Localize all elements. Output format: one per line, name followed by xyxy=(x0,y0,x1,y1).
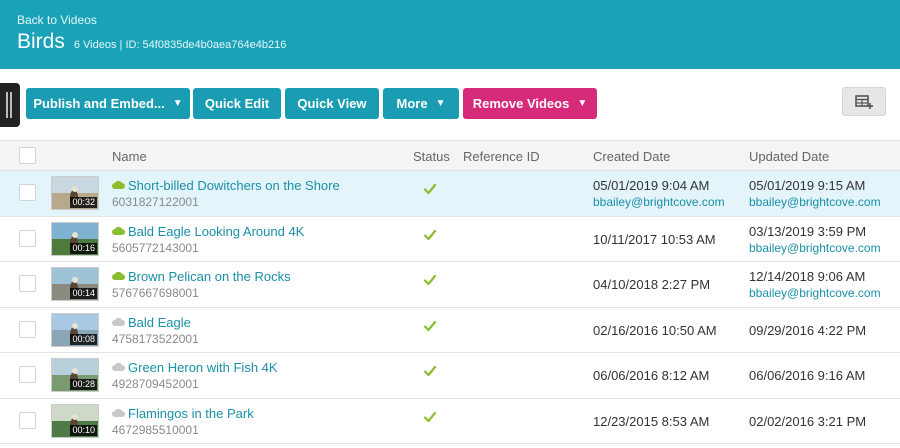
playlist-info: 6 Videos | ID: 54f0835de4b0aea764e4b216 xyxy=(73,39,287,51)
duration-badge: 00:28 xyxy=(70,379,97,390)
duration-badge: 00:16 xyxy=(70,242,97,254)
updated-date: 05/01/2019 9:15 AM xyxy=(749,178,866,193)
table-row[interactable]: 00:32 Short-billed Dowitchers on the Sho… xyxy=(0,171,900,217)
updated-by-link[interactable]: bbailey@brightcove.com xyxy=(749,241,881,255)
video-thumbnail[interactable]: 00:28 xyxy=(51,358,99,392)
video-name-link[interactable]: Short-billed Dowitchers on the Shore xyxy=(128,178,340,193)
video-thumbnail[interactable]: 00:14 xyxy=(51,267,99,301)
table-row[interactable]: 00:08 Bald Eagle 4758173522001 02/16/201… xyxy=(0,307,900,353)
video-thumbnail[interactable]: 00:10 xyxy=(51,403,99,438)
video-name-link[interactable]: Bald Eagle xyxy=(128,315,191,330)
cloud-icon xyxy=(112,180,125,189)
created-by-link[interactable]: bbailey@brightcove.com xyxy=(593,195,725,209)
created-date: 06/06/2016 8:12 AM xyxy=(593,368,710,383)
table-body: 00:32 Short-billed Dowitchers on the Sho… xyxy=(0,171,900,444)
more-button[interactable]: More ▼ xyxy=(383,88,459,119)
cloud-icon xyxy=(112,271,125,280)
cloud-icon xyxy=(112,317,125,326)
row-checkbox[interactable] xyxy=(19,275,36,292)
video-thumbnail[interactable]: 00:16 xyxy=(51,221,99,256)
quick-view-label: Quick View xyxy=(297,96,367,111)
back-to-videos-link[interactable]: Back to Videos xyxy=(17,13,97,27)
check-icon xyxy=(423,274,437,286)
duration-badge: 00:14 xyxy=(70,288,97,299)
column-updated-date[interactable]: Updated Date xyxy=(749,149,829,164)
check-icon xyxy=(423,183,437,195)
check-icon xyxy=(423,320,437,331)
table-columns-icon xyxy=(855,94,873,109)
remove-videos-button[interactable]: Remove Videos ▼ xyxy=(463,88,597,119)
page-title: Birds xyxy=(17,30,65,53)
column-created-date[interactable]: Created Date xyxy=(593,149,670,164)
quick-edit-button[interactable]: Quick Edit xyxy=(193,88,281,119)
video-id: 4928709452001 xyxy=(112,377,199,391)
updated-date: 02/02/2016 3:21 PM xyxy=(749,413,867,429)
more-label: More xyxy=(396,96,428,111)
created-date: 12/23/2015 8:53 AM xyxy=(593,413,710,429)
updated-date: 03/13/2019 3:59 PM xyxy=(749,223,867,239)
publish-embed-button[interactable]: Publish and Embed... ▼ xyxy=(26,88,190,119)
row-checkbox[interactable] xyxy=(19,184,36,201)
column-reference-id[interactable]: Reference ID xyxy=(463,149,540,164)
chevron-down-icon: ▼ xyxy=(172,98,183,109)
check-icon xyxy=(423,229,437,240)
duration-badge: 00:08 xyxy=(70,333,97,345)
cloud-icon xyxy=(112,362,125,371)
row-checkbox[interactable] xyxy=(19,320,36,338)
chevron-down-icon: ▼ xyxy=(435,98,446,109)
table-row[interactable]: 00:10 Flamingos in the Park 467298551000… xyxy=(0,398,900,444)
column-settings-button[interactable] xyxy=(842,87,886,116)
check-icon xyxy=(423,411,437,422)
table-row[interactable]: 00:28 Green Heron with Fish 4K 492870945… xyxy=(0,353,900,399)
page-header: Back to Videos Birds 6 Videos | ID: 54f0… xyxy=(0,0,900,69)
remove-videos-label: Remove Videos xyxy=(472,96,570,111)
video-id: 5605772143001 xyxy=(112,240,199,255)
row-checkbox[interactable] xyxy=(19,411,36,429)
chevron-down-icon: ▼ xyxy=(577,98,588,109)
column-name[interactable]: Name xyxy=(112,149,147,164)
quick-view-button[interactable]: Quick View xyxy=(285,88,379,119)
video-id: 5767667698001 xyxy=(112,286,199,300)
updated-date: 12/14/2018 9:06 AM xyxy=(749,269,866,284)
select-all-checkbox[interactable] xyxy=(19,147,36,164)
sidebar-toggle-handle[interactable] xyxy=(0,83,20,127)
created-date: 02/16/2016 10:50 AM xyxy=(593,322,717,338)
video-name-link[interactable]: Brown Pelican on the Rocks xyxy=(128,269,291,284)
video-name-link[interactable]: Green Heron with Fish 4K xyxy=(128,360,278,375)
created-date: 10/11/2017 10:53 AM xyxy=(593,231,716,247)
cloud-icon xyxy=(112,226,125,235)
row-checkbox[interactable] xyxy=(19,229,36,247)
title-row: Birds 6 Videos | ID: 54f0835de4b0aea764e… xyxy=(17,30,286,54)
publish-embed-label: Publish and Embed... xyxy=(33,96,165,111)
updated-by-link[interactable]: bbailey@brightcove.com xyxy=(749,195,881,209)
table-row[interactable]: 00:16 Bald Eagle Looking Around 4K 56057… xyxy=(0,216,900,262)
videos-table: Name Status Reference ID Created Date Up… xyxy=(0,140,900,444)
updated-by-link[interactable]: bbailey@brightcove.com xyxy=(749,286,881,300)
video-id: 4672985510001 xyxy=(112,422,199,437)
table-header: Name Status Reference ID Created Date Up… xyxy=(0,140,900,171)
updated-date: 09/29/2016 4:22 PM xyxy=(749,322,867,338)
duration-badge: 00:32 xyxy=(70,197,97,208)
table-row[interactable]: 00:14 Brown Pelican on the Rocks 5767667… xyxy=(0,262,900,308)
video-id: 6031827122001 xyxy=(112,195,199,209)
video-name-link[interactable]: Flamingos in the Park xyxy=(128,406,254,421)
video-thumbnail[interactable]: 00:32 xyxy=(51,176,99,210)
video-id: 4758173522001 xyxy=(112,331,199,346)
column-status[interactable]: Status xyxy=(413,149,450,164)
video-name-link[interactable]: Bald Eagle Looking Around 4K xyxy=(128,224,304,239)
check-icon xyxy=(423,365,437,377)
toolbar: Publish and Embed... ▼ Quick Edit Quick … xyxy=(0,81,900,127)
video-thumbnail[interactable]: 00:08 xyxy=(51,312,99,347)
cloud-icon xyxy=(112,408,125,417)
quick-edit-label: Quick Edit xyxy=(204,96,270,111)
created-date: 05/01/2019 9:04 AM xyxy=(593,178,710,193)
duration-badge: 00:10 xyxy=(70,424,97,436)
created-date: 04/10/2018 2:27 PM xyxy=(593,277,711,292)
updated-date: 06/06/2016 9:16 AM xyxy=(749,368,866,383)
row-checkbox[interactable] xyxy=(19,366,36,383)
